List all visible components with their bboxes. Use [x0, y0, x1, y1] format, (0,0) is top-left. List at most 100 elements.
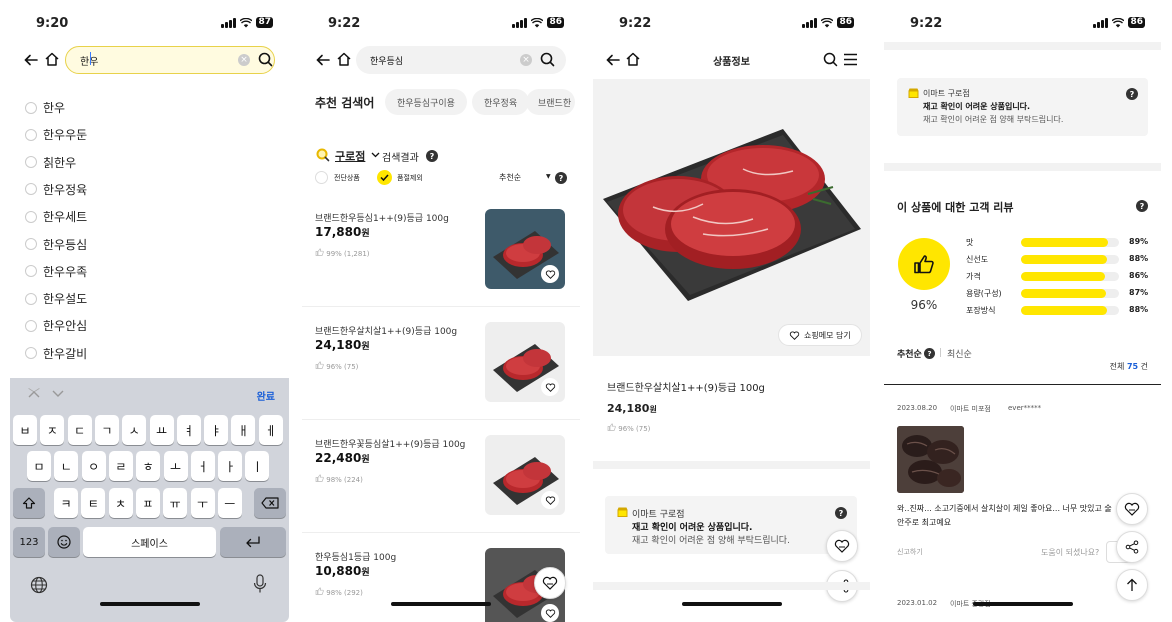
help-icon[interactable]: ? [1136, 200, 1148, 212]
keyboard-key[interactable]: ㅏ [218, 451, 243, 481]
checkbox-checked-icon[interactable] [377, 170, 392, 185]
keyboard-key[interactable]: ㅍ [135, 488, 160, 518]
recommend-chip[interactable]: 한우정육 [472, 89, 530, 115]
space-key[interactable]: 스페이스 [83, 527, 216, 557]
keyboard-key[interactable]: ㅔ [258, 415, 283, 445]
product-thumbnail[interactable] [485, 435, 565, 515]
keyboard-key[interactable]: ㅣ [245, 451, 270, 481]
keyboard-key[interactable]: ㅡ [217, 488, 242, 518]
recommend-chip[interactable]: 브랜드한 [526, 89, 576, 115]
help-icon[interactable]: ? [835, 507, 847, 519]
search-input[interactable]: 한우등심 × [356, 46, 566, 74]
memo-heart-icon[interactable] [541, 378, 559, 396]
product-name[interactable]: 브랜드한우등심1++(9)등급 100g [315, 211, 449, 224]
recommend-chip[interactable]: 한우등심구이용 [385, 89, 467, 115]
search-icon[interactable] [823, 52, 838, 67]
done-button[interactable]: 완료 [257, 388, 275, 403]
keyboard-key[interactable]: ㄴ [54, 451, 79, 481]
store-selector[interactable]: 구로점 [335, 148, 365, 164]
chevron-down-icon[interactable] [371, 152, 380, 158]
keyboard-key[interactable]: ㅁ [27, 451, 51, 481]
keyboard-key[interactable]: ㅗ [163, 451, 188, 481]
share-button[interactable] [1116, 531, 1148, 563]
back-arrow-icon[interactable] [23, 52, 39, 68]
keyboard-key[interactable]: ㄹ [108, 451, 133, 481]
keyboard-key[interactable]: ㅓ [190, 451, 215, 481]
keyboard-key[interactable]: ㅠ [163, 488, 188, 518]
product-thumbnail[interactable] [485, 322, 565, 402]
shift-key[interactable] [13, 488, 45, 518]
product-name[interactable]: 한우등심1등급 100g [315, 550, 396, 563]
rating-bar [1021, 272, 1119, 281]
home-icon[interactable] [44, 51, 60, 67]
search-input[interactable]: 한우 × [65, 46, 275, 74]
keyboard-key[interactable]: ㅇ [81, 451, 106, 481]
backspace-key[interactable] [254, 488, 286, 518]
review-photo[interactable] [897, 426, 964, 493]
memo-heart-icon[interactable] [541, 265, 559, 283]
keyboard-key[interactable]: ㄱ [94, 415, 119, 445]
globe-icon[interactable] [30, 576, 48, 594]
report-link[interactable]: 신고하기 [897, 547, 923, 557]
clear-icon[interactable]: × [520, 54, 532, 66]
help-icon[interactable]: ? [1126, 88, 1138, 100]
keyboard-key[interactable]: ㅅ [122, 415, 147, 445]
help-icon[interactable]: ? [924, 348, 935, 359]
microphone-icon[interactable] [253, 574, 267, 594]
checkbox-unchecked-icon[interactable] [315, 171, 328, 184]
return-key[interactable] [220, 527, 286, 557]
suggestion-item[interactable]: 한우우둔 [25, 126, 87, 143]
keyboard-key[interactable]: ㅋ [54, 488, 78, 518]
product-rating: 96% (75) [315, 361, 358, 371]
sort-selector[interactable]: 추천순 [499, 172, 521, 183]
keyboard-key[interactable]: ㅈ [40, 415, 65, 445]
suggestion-item[interactable]: 한우 [25, 99, 65, 116]
keyboard-key[interactable]: ㅐ [231, 415, 256, 445]
keyboard-key[interactable]: ㅑ [204, 415, 229, 445]
suggestion-item[interactable]: 한우우족 [25, 263, 87, 280]
help-icon[interactable]: ? [426, 150, 438, 162]
suggestion-item[interactable]: 한우설도 [25, 290, 87, 307]
keyboard-key[interactable]: ㅕ [176, 415, 201, 445]
sort-latest[interactable]: 최신순 [947, 347, 972, 360]
product-price: 24,180원 [607, 402, 657, 415]
scroll-top-button[interactable] [1116, 569, 1148, 601]
keyboard-key[interactable]: ㄷ [67, 415, 92, 445]
product-name[interactable]: 브랜드한우살치살1++(9)등급 100g [315, 324, 457, 337]
shopping-memo-button[interactable] [534, 567, 566, 599]
home-indicator [99, 602, 200, 606]
menu-icon[interactable] [843, 53, 858, 66]
keyboard-key[interactable]: ㅛ [149, 415, 174, 445]
search-icon[interactable] [540, 52, 555, 67]
suggestion-item[interactable]: 칡한우 [25, 154, 76, 171]
product-thumbnail[interactable] [485, 209, 565, 289]
memo-heart-icon[interactable] [541, 491, 559, 509]
suggestion-item[interactable]: 한우갈비 [25, 345, 87, 362]
suggestion-item[interactable]: 한우정육 [25, 181, 87, 198]
clear-icon[interactable]: × [238, 54, 250, 66]
keyboard-key[interactable]: ㅎ [136, 451, 161, 481]
search-icon[interactable] [258, 52, 273, 67]
memo-button[interactable]: 쇼핑메모 담기 [778, 324, 862, 346]
keyboard-key[interactable]: ㅜ [190, 488, 215, 518]
chevron-up-icon[interactable] [28, 390, 40, 398]
shopping-memo-button[interactable] [1116, 493, 1148, 525]
help-icon[interactable]: ? [555, 172, 567, 184]
product-name[interactable]: 브랜드한우꽃등심살1++(9)등급 100g [315, 437, 465, 450]
chevron-down-icon[interactable] [52, 390, 64, 398]
caret-down-icon[interactable]: ▼ [546, 173, 551, 180]
back-arrow-icon[interactable] [315, 52, 331, 68]
rating-value: 98% (292) [326, 589, 363, 597]
suggestion-item[interactable]: 한우안심 [25, 317, 87, 334]
keyboard-key[interactable]: ㅂ [13, 415, 37, 445]
suggestion-item[interactable]: 한우세트 [25, 208, 87, 225]
suggestion-item[interactable]: 한우등심 [25, 236, 87, 253]
emoji-key[interactable] [48, 527, 80, 557]
sort-recommend[interactable]: 추천순 [897, 347, 922, 360]
keyboard-key[interactable]: ㅊ [108, 488, 133, 518]
memo-heart-icon[interactable] [541, 604, 559, 622]
numbers-key[interactable]: 123 [13, 527, 45, 557]
home-icon[interactable] [336, 51, 352, 67]
keyboard-key[interactable]: ㅌ [81, 488, 106, 518]
shopping-memo-button[interactable] [826, 530, 858, 562]
